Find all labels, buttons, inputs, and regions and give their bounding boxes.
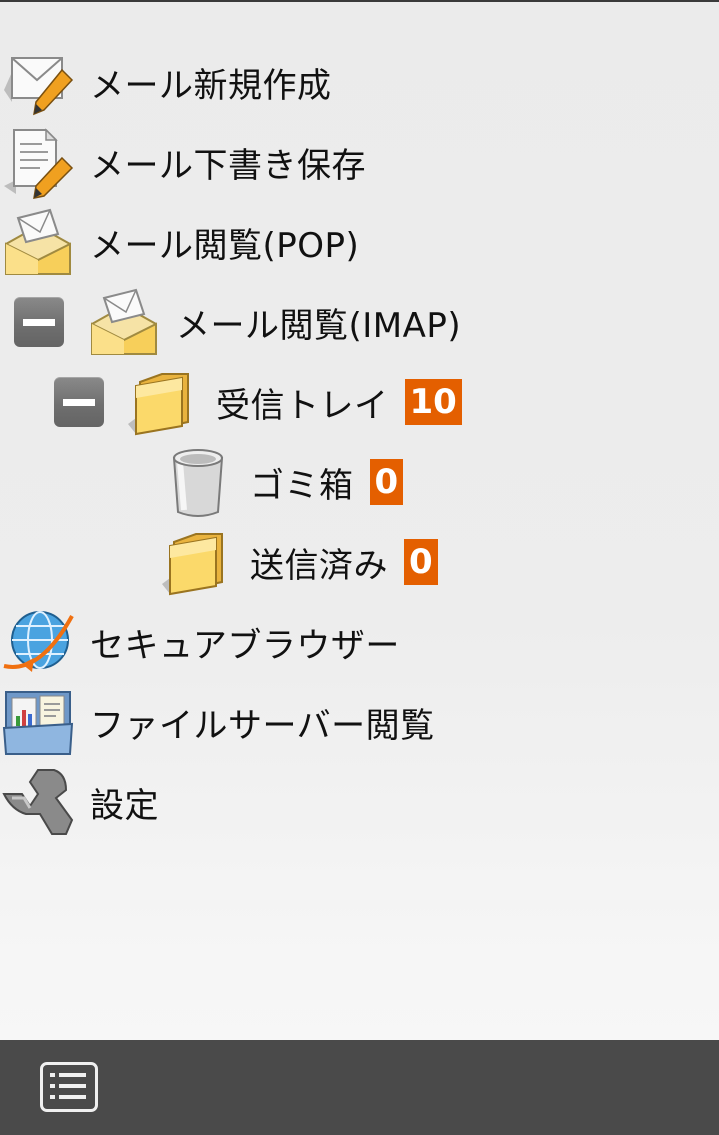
menu-label-sent: 送信済み [250,545,388,586]
wrench-icon [0,764,76,840]
menu-item-draft[interactable]: メール下書き保存 [0,122,366,202]
menu-label-imap: メール閲覧(IMAP) [176,305,462,346]
imap-collapse-icon[interactable] [14,297,64,347]
menu-label-pop: メール閲覧(POP) [90,225,360,266]
menu-item-browser[interactable]: セキュアブラウザー [0,602,400,682]
inbox-unread-badge: 10 [404,379,462,425]
menu-item-fileserver[interactable]: ファイルサーバー閲覧 [0,682,435,762]
document-pencil-icon [0,124,76,200]
menu-label-inbox: 受信トレイ [216,385,389,426]
bottom-toolbar [0,1040,719,1135]
menu-item-imap[interactable]: メール閲覧(IMAP) [14,282,461,362]
folder-icon [160,524,236,600]
mail-tray-icon [86,284,162,360]
top-edge [0,0,719,2]
mail-tray-icon [0,204,76,280]
menu-label-trash: ゴミ箱 [250,465,354,506]
menu-label-draft: メール下書き保存 [90,145,366,186]
menu-item-trash[interactable]: ゴミ箱 0 [160,442,404,522]
menu-label-fileserver: ファイルサーバー閲覧 [90,705,435,746]
globe-icon [0,604,76,680]
menu-label-compose: メール新規作成 [90,65,332,106]
menu-label-settings: 設定 [90,785,159,826]
list-menu-icon[interactable] [40,1062,98,1112]
menu-item-sent[interactable]: 送信済み 0 [160,522,438,602]
sent-count-badge: 0 [404,539,438,585]
envelope-pencil-icon [0,44,76,120]
menu-label-browser: セキュアブラウザー [90,625,400,666]
menu-item-pop[interactable]: メール閲覧(POP) [0,202,359,282]
menu-item-inbox[interactable]: 受信トレイ 10 [54,362,462,442]
menu-item-compose[interactable]: メール新規作成 [0,42,332,122]
inbox-collapse-icon[interactable] [54,377,104,427]
folder-icon [126,364,202,440]
trash-count-badge: 0 [369,459,404,505]
trash-can-icon [160,444,236,520]
menu-item-settings[interactable]: 設定 [0,762,159,842]
file-folder-icon [0,684,76,760]
